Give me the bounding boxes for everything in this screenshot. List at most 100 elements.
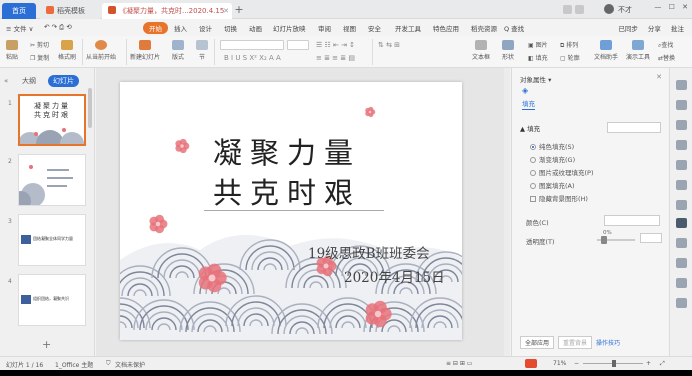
zoom-out-icon[interactable]: − — [574, 360, 579, 367]
menu-security[interactable]: 安全 — [368, 23, 381, 33]
transition-icon[interactable] — [676, 258, 687, 268]
section-button[interactable]: 节 — [196, 40, 208, 61]
font-size-select[interactable] — [287, 40, 309, 50]
add-slide-button[interactable]: + — [42, 338, 51, 351]
close-icon[interactable]: ✕ — [682, 3, 688, 11]
table-icon[interactable] — [676, 160, 687, 170]
close-panel-icon[interactable]: ✕ — [656, 73, 662, 81]
slide-subtitle-date[interactable]: 2020年4月15日 — [344, 266, 445, 286]
fill-bucket-icon[interactable]: ◈ — [522, 86, 528, 95]
textbox-button[interactable]: 文本框 — [472, 40, 490, 61]
zoom-slider-handle[interactable] — [612, 360, 616, 367]
cursor-icon[interactable] — [676, 100, 687, 110]
tab-templates[interactable]: 稻壳模板 — [40, 3, 100, 19]
tab-fill[interactable]: 填充 — [522, 98, 535, 110]
paste-button[interactable]: 粘贴 — [6, 40, 18, 61]
outline-tab[interactable]: 大纲 — [22, 76, 36, 86]
fill-preset-select[interactable] — [607, 122, 661, 133]
chart-icon[interactable] — [676, 180, 687, 190]
list-icons[interactable]: ☰ ☷ ⇤ ⇥ ↕ — [316, 41, 355, 49]
file-menu[interactable]: ≡ 文件 ∨ — [6, 23, 33, 33]
panel-title[interactable]: 对象属性 ▾ — [520, 74, 551, 84]
user-name[interactable]: 不才 — [618, 5, 632, 15]
radio-gradient-fill[interactable]: 渐变填充(G) — [530, 154, 575, 164]
notes-icon[interactable]: ≡ ⊟ ⊞ ▭ — [446, 360, 472, 367]
transparency-spinbox[interactable] — [640, 233, 662, 243]
fill-section-header[interactable]: ▲ 填充 — [520, 123, 540, 133]
font-family-select[interactable] — [220, 40, 284, 50]
menu-review[interactable]: 审阅 — [318, 23, 331, 33]
reset-background-button[interactable]: 重置背景 — [558, 336, 593, 349]
slide-thumbnail-1[interactable]: 凝聚力量 共克时艰 — [18, 94, 86, 146]
slide-thumbnail-3[interactable]: 团结凝聚全体同学力量 — [18, 214, 86, 266]
animation-icon[interactable] — [676, 238, 687, 248]
doc-assistant-button[interactable]: 文档助手 — [594, 40, 618, 61]
minimize-icon[interactable]: — — [654, 3, 661, 11]
new-tab-button[interactable]: + — [233, 4, 245, 16]
hide-background-checkbox[interactable]: 隐藏背景图形(H) — [530, 193, 588, 203]
radio-picture-fill[interactable]: 图片或纹理填充(P) — [530, 167, 594, 177]
menu-view[interactable]: 视图 — [343, 23, 356, 33]
sync-status[interactable]: 已同步 — [618, 25, 638, 33]
color-picker[interactable] — [604, 215, 660, 226]
protection-status[interactable]: 文档未保护 — [115, 360, 145, 369]
copy-button[interactable]: ❐ 复制 — [30, 53, 49, 62]
slide-title-line2[interactable]: 共克时艰 — [182, 170, 392, 212]
zoom-in-icon[interactable]: + — [646, 360, 651, 367]
arrange-button[interactable]: ⧉ 排列 — [560, 40, 578, 50]
menu-developer[interactable]: 开发工具 — [395, 23, 421, 33]
properties-icon[interactable] — [676, 218, 687, 228]
slide-subtitle-organizer[interactable]: 19级思政B班班委会 — [308, 242, 430, 262]
theme-name[interactable]: 1_Office 主题 — [55, 360, 93, 369]
slide-thumbnail-4[interactable]: 组织团结，凝聚共识 — [18, 274, 86, 326]
menu-slideshow[interactable]: 幻灯片放映 — [273, 23, 306, 33]
transparency-slider-handle[interactable] — [601, 236, 607, 244]
collapse-panel-icon[interactable]: « — [4, 77, 8, 85]
text-icon[interactable] — [676, 140, 687, 150]
tab-document[interactable]: 《凝聚力量，共克时...2020.4.15 ✕ — [102, 3, 232, 19]
menu-design[interactable]: 设计 — [199, 23, 212, 33]
undo-redo-icons[interactable]: ↶ ↷ ⎙ ⟲ — [44, 23, 72, 32]
align-icons[interactable]: ≡ ≣ ≡ ≣ ▤ — [316, 54, 355, 62]
grid-icon[interactable] — [575, 5, 584, 14]
shape-button[interactable]: 形状 — [502, 40, 514, 61]
radio-solid-fill[interactable]: 纯色填充(S) — [530, 141, 574, 151]
menu-transition[interactable]: 切换 — [224, 23, 237, 33]
avatar[interactable] — [604, 4, 614, 14]
picture-button[interactable]: ▣ 图片 — [528, 40, 548, 49]
tips-link[interactable]: 操作技巧 — [596, 340, 620, 347]
presentation-tools-button[interactable]: 演示工具 — [626, 40, 650, 61]
fill-button[interactable]: ◧ 填充 — [528, 53, 548, 62]
layout-button[interactable]: 版式 — [172, 40, 184, 61]
layout-icon[interactable] — [563, 5, 572, 14]
share-icon[interactable] — [676, 278, 687, 288]
slide-thumbnail-2[interactable] — [18, 154, 86, 206]
menu-features[interactable]: 特色应用 — [433, 23, 459, 33]
find-button[interactable]: ⌕查找 — [658, 40, 673, 50]
cut-button[interactable]: ✂ 剪切 — [30, 40, 49, 49]
search-command[interactable]: Q 查找 — [504, 23, 524, 33]
radio-pattern-fill[interactable]: 图案填充(A) — [530, 180, 575, 190]
menu-start[interactable]: 开始 — [143, 22, 168, 34]
maximize-icon[interactable]: ☐ — [669, 3, 675, 11]
menu-insert[interactable]: 插入 — [174, 23, 187, 33]
format-painter-button[interactable]: 格式刷 — [58, 40, 76, 61]
thumbnail-scrollbar[interactable] — [88, 88, 92, 128]
slide-title-line1[interactable]: 凝聚力量 — [182, 130, 392, 172]
media-icon[interactable] — [676, 200, 687, 210]
new-slide-button[interactable]: 新建幻灯片 — [130, 40, 160, 61]
text-direction-icons[interactable]: ⇅ ⇆ ⊞ — [378, 41, 400, 49]
play-slideshow-button[interactable] — [525, 359, 537, 368]
menu-animation[interactable]: 动画 — [249, 23, 262, 33]
select-icon[interactable] — [676, 80, 687, 90]
shape-icon[interactable] — [676, 120, 687, 130]
play-from-current-button[interactable]: 从当前开始 — [86, 40, 116, 61]
outline-button[interactable]: ▢ 轮廓 — [560, 53, 580, 62]
slide-1[interactable]: 凝聚力量 共克时艰 19级思政B班班委会 2020年4月15日 — [120, 82, 462, 340]
tab-home[interactable]: 首页 — [2, 3, 36, 19]
apply-all-button[interactable]: 全部应用 — [520, 336, 555, 349]
close-tab-icon[interactable]: ✕ — [223, 3, 229, 19]
slides-tab[interactable]: 幻灯片 — [48, 75, 79, 87]
comment-button[interactable]: 批注 — [671, 25, 684, 33]
zoom-level[interactable]: 71% — [553, 360, 566, 367]
